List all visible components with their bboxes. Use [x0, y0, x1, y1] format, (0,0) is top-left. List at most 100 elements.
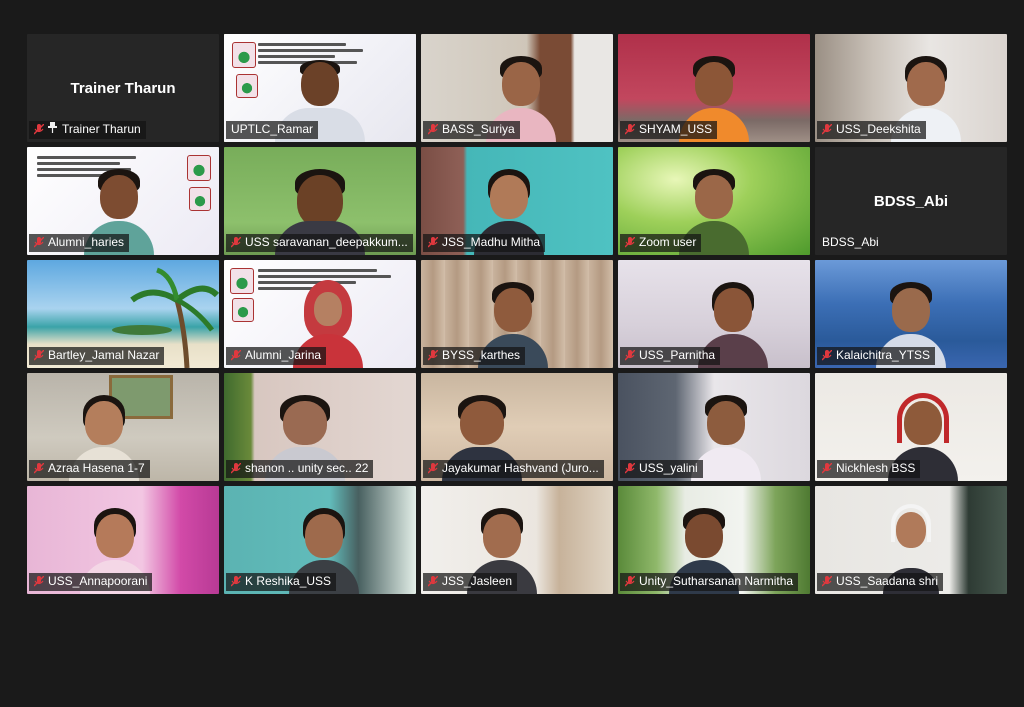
mic-off-icon	[34, 576, 44, 587]
participant-name: Kalaichitra_YTSS	[836, 348, 931, 362]
school-logo	[232, 298, 254, 322]
mic-off-icon	[231, 237, 241, 248]
mic-off-icon	[428, 350, 438, 361]
school-logo	[187, 155, 211, 181]
participant-tile[interactable]: Alumni_Jarina	[224, 260, 416, 368]
participant-name: Bartley_Jamal Nazar	[48, 348, 160, 362]
participant-name: USS_yalini	[639, 461, 698, 475]
participant-tile[interactable]: K Reshika_USS	[224, 486, 416, 594]
participant-tile[interactable]: Trainer Tharun Trainer Tharun	[27, 34, 219, 142]
participant-tile[interactable]: JSS_Jasleen	[421, 486, 613, 594]
participant-name-label: USS_Deekshita	[817, 121, 926, 139]
participant-tile[interactable]: Azraa Hasena 1-7	[27, 373, 219, 481]
participant-tile[interactable]: Alumni_haries	[27, 147, 219, 255]
participant-tile[interactable]: USS_Annapoorani	[27, 486, 219, 594]
mic-off-icon	[625, 124, 635, 135]
mic-off-icon	[822, 350, 832, 361]
participant-name: Jayakumar Hashvand (Juro...	[442, 461, 599, 475]
participant-tile[interactable]: BASS_Suriya	[421, 34, 613, 142]
participant-tile[interactable]: BDSS_Abi BDSS_Abi	[815, 147, 1007, 255]
participant-tile[interactable]: Kalaichitra_YTSS	[815, 260, 1007, 368]
participant-name-label: BASS_Suriya	[423, 121, 520, 139]
participant-tile[interactable]: Bartley_Jamal Nazar	[27, 260, 219, 368]
mic-off-icon	[625, 463, 635, 474]
participant-name-label: USS_yalini	[620, 460, 703, 478]
mic-off-icon	[34, 350, 44, 361]
mic-off-icon	[231, 350, 241, 361]
participant-name-label: Kalaichitra_YTSS	[817, 347, 936, 365]
participant-tile[interactable]: JSS_Madhu Mitha	[421, 147, 613, 255]
mic-off-icon	[822, 576, 832, 587]
mic-off-icon	[822, 124, 832, 135]
participant-name-label: Alumni_Jarina	[226, 347, 327, 365]
participant-tile[interactable]: USS_Saadana shri	[815, 486, 1007, 594]
participant-name: Nickhlesh BSS	[836, 461, 916, 475]
mic-off-icon	[428, 237, 438, 248]
participant-name-label: BYSS_karthes	[423, 347, 526, 365]
participant-name: K Reshika_USS	[245, 574, 332, 588]
mic-off-icon	[428, 463, 438, 474]
mic-off-icon	[428, 124, 438, 135]
gallery-grid: Trainer Tharun Trainer Tharun UPTLC_Rama…	[27, 34, 1007, 707]
participant-name: JSS_Jasleen	[442, 574, 513, 588]
mic-off-icon	[34, 237, 44, 248]
participant-name: USS_Deekshita	[836, 122, 921, 136]
participant-name: USS_Parnitha	[639, 348, 716, 362]
school-logo	[236, 74, 258, 98]
participant-tile[interactable]: USS_Deekshita	[815, 34, 1007, 142]
participant-name-label: JSS_Madhu Mitha	[423, 234, 546, 252]
participant-tile[interactable]: Nickhlesh BSS	[815, 373, 1007, 481]
participant-name-label: Trainer Tharun	[29, 121, 146, 139]
participant-tile[interactable]: Jayakumar Hashvand (Juro...	[421, 373, 613, 481]
participant-tile[interactable]: Zoom user	[618, 147, 810, 255]
participant-name-label: BDSS_Abi	[817, 234, 884, 252]
participant-name: JSS_Madhu Mitha	[442, 235, 541, 249]
participant-name: Alumni_Jarina	[245, 348, 322, 362]
participant-name: BYSS_karthes	[442, 348, 521, 362]
participant-name-label: shanon .. unity sec.. 22	[226, 460, 374, 478]
participant-name: Unity_Sutharsanan Narmitha	[639, 574, 794, 588]
participant-name-label: USS saravanan_deepakkum...	[226, 234, 413, 252]
participant-name: USS saravanan_deepakkum...	[245, 235, 408, 249]
participant-name: UPTLC_Ramar	[231, 122, 314, 136]
mic-off-icon	[231, 576, 241, 587]
participant-name-label: USS_Saadana shri	[817, 573, 944, 591]
participant-tile[interactable]: USS saravanan_deepakkum...	[224, 147, 416, 255]
school-logo	[230, 268, 254, 294]
participant-tile[interactable]: USS_Parnitha	[618, 260, 810, 368]
participant-tile[interactable]: BYSS_karthes	[421, 260, 613, 368]
participant-tile[interactable]: SHYAM_USS	[618, 34, 810, 142]
participant-name-label: Bartley_Jamal Nazar	[29, 347, 165, 365]
participant-name: Azraa Hasena 1-7	[48, 461, 145, 475]
participant-name: USS_Annapoorani	[48, 574, 148, 588]
participant-name: USS_Saadana shri	[836, 574, 939, 588]
participant-name-label: SHYAM_USS	[620, 121, 718, 139]
participant-name: shanon .. unity sec.. 22	[245, 461, 369, 475]
mic-off-icon	[625, 237, 635, 248]
participant-name: BDSS_Abi	[822, 235, 879, 249]
participant-name: SHYAM_USS	[639, 122, 713, 136]
school-logo	[232, 42, 256, 68]
mic-off-icon	[34, 124, 44, 135]
participant-name-label: Nickhlesh BSS	[817, 460, 921, 478]
mic-off-icon	[231, 463, 241, 474]
participant-name: Trainer Tharun	[62, 122, 141, 136]
school-logo	[189, 187, 211, 211]
participant-tile[interactable]: Unity_Sutharsanan Narmitha	[618, 486, 810, 594]
participant-name-label: Unity_Sutharsanan Narmitha	[620, 573, 799, 591]
mic-off-icon	[822, 463, 832, 474]
participant-tile[interactable]: UPTLC_Ramar	[224, 34, 416, 142]
participant-tile[interactable]: shanon .. unity sec.. 22	[224, 373, 416, 481]
participant-name-label: Zoom user	[620, 234, 702, 252]
mic-off-icon	[428, 576, 438, 587]
participant-name: BASS_Suriya	[442, 122, 515, 136]
mic-off-icon	[625, 350, 635, 361]
participant-name: Zoom user	[639, 235, 697, 249]
participant-name-label: Alumni_haries	[29, 234, 130, 252]
participant-name-label: USS_Parnitha	[620, 347, 721, 365]
participant-name-label: Jayakumar Hashvand (Juro...	[423, 460, 604, 478]
participant-name-label: USS_Annapoorani	[29, 573, 153, 591]
participant-name-label: JSS_Jasleen	[423, 573, 518, 591]
participant-tile[interactable]: USS_yalini	[618, 373, 810, 481]
mic-off-icon	[625, 576, 635, 587]
